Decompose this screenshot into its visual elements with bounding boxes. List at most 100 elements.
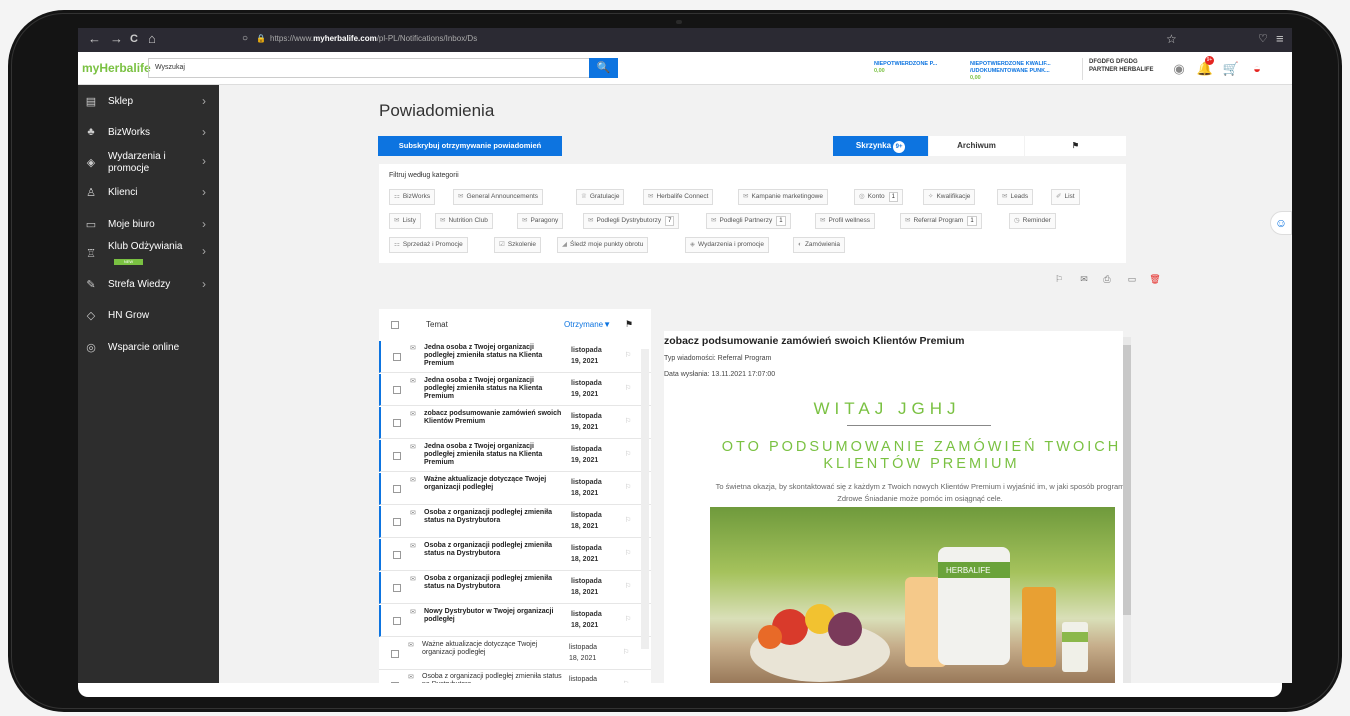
table-row[interactable]: ✉ Jedna osoba z Twojej organizacji podleg… bbox=[379, 374, 651, 406]
filter-chip[interactable]: ◷ Reminder bbox=[1009, 213, 1056, 229]
chevron-right-icon: › bbox=[202, 244, 206, 258]
filter-chip[interactable]: ✉ Leads bbox=[997, 189, 1034, 205]
table-row[interactable]: ✉ Jedna osoba z Twojej organizacji podleg… bbox=[379, 341, 651, 373]
tab-flagged[interactable]: ⚑ bbox=[1025, 136, 1126, 156]
filter-chip[interactable]: ✉ General Announcements bbox=[453, 189, 544, 205]
filter-chip[interactable]: ◐ Zamówienia bbox=[793, 237, 845, 253]
filter-chip[interactable]: ✧ Kwalifikacje bbox=[923, 189, 976, 205]
filter-chip[interactable]: ✉ Podlegli Partnerzy 1 bbox=[706, 213, 791, 229]
select-all-checkbox[interactable] bbox=[391, 321, 399, 329]
row-checkbox[interactable] bbox=[393, 485, 401, 493]
row-flag-icon[interactable]: ⚐ bbox=[625, 417, 631, 425]
filter-chip[interactable]: ☑ Szkolenie bbox=[494, 237, 542, 253]
tab-inbox[interactable]: Skrzynka 9+ bbox=[833, 136, 928, 156]
home-icon[interactable]: ⌂ bbox=[148, 32, 156, 46]
filter-chip[interactable]: ♕ Gratulacje bbox=[576, 189, 625, 205]
bookmark-icon[interactable]: ☆ bbox=[1166, 32, 1177, 46]
category-icon: ☑ bbox=[499, 241, 505, 248]
language-flag-icon[interactable]: ◒ bbox=[1248, 60, 1266, 78]
row-flag-icon[interactable]: ⚐ bbox=[625, 549, 631, 557]
search-input[interactable]: Wyszukaj bbox=[148, 58, 590, 78]
filter-chip[interactable]: ◎ Konto 1 bbox=[854, 189, 904, 205]
archive-icon[interactable]: ▭ bbox=[1124, 271, 1140, 287]
row-flag-icon[interactable]: ⚐ bbox=[625, 384, 631, 392]
filter-chip[interactable]: ✉ Paragony bbox=[517, 213, 564, 229]
row-flag-icon[interactable]: ⚐ bbox=[625, 582, 631, 590]
subscribe-button[interactable]: Subskrybuj otrzymywanie powiadomień bbox=[378, 136, 562, 156]
table-row[interactable]: ✉ zobacz podsumowanie zamówień swoich Kli… bbox=[379, 407, 651, 439]
row-date: listopada 19, 2021 bbox=[571, 446, 602, 464]
row-flag-icon[interactable]: ⚐ bbox=[625, 483, 631, 491]
table-row[interactable]: ✉ Osoba z organizacji podległej zmieniła … bbox=[379, 572, 651, 604]
forward-icon[interactable]: → bbox=[110, 32, 123, 46]
row-checkbox[interactable] bbox=[393, 584, 401, 592]
filter-chip[interactable]: ✉ Profil wellness bbox=[815, 213, 875, 229]
envelope-icon: ✉ bbox=[410, 609, 416, 616]
table-row[interactable]: ✉ Osoba z organizacji podległej zmieniła … bbox=[379, 506, 651, 538]
pocket-icon[interactable]: ♡ bbox=[1258, 32, 1268, 46]
reload-icon[interactable]: C bbox=[130, 32, 138, 46]
filter-chip[interactable]: ⚏ Sprzedaż i Promocje bbox=[389, 237, 468, 253]
filter-chip[interactable]: ✐ List bbox=[1051, 189, 1080, 205]
row-checkbox[interactable] bbox=[393, 419, 401, 427]
chip-label: List bbox=[1064, 193, 1075, 200]
table-row[interactable]: ✉ Osoba z organizacji podległej zmieniła … bbox=[379, 670, 651, 683]
table-row[interactable]: ✉ Nowy Dystrybutor w Twojej organizacji p… bbox=[379, 605, 651, 637]
print-icon[interactable]: ⎙ bbox=[1099, 271, 1115, 287]
search-button[interactable]: 🔍 bbox=[589, 58, 618, 78]
row-checkbox[interactable] bbox=[393, 386, 401, 394]
filter-chip[interactable]: ✉ Kampanie marketingowe bbox=[738, 189, 828, 205]
logo[interactable]: myHerbalife bbox=[82, 61, 151, 75]
row-flag-icon[interactable]: ⚐ bbox=[625, 450, 631, 458]
list-scrollbar[interactable] bbox=[641, 349, 649, 649]
delete-icon[interactable]: 🗑 bbox=[1147, 271, 1163, 287]
row-flag-icon[interactable]: ⚐ bbox=[625, 351, 631, 359]
table-row[interactable]: ✉ Osoba z organizacji podległej zmieniła … bbox=[379, 539, 651, 571]
side-widget-icon[interactable]: ☺ bbox=[1270, 211, 1292, 235]
address-bar[interactable]: https://www.myherbalife.com/pl-PL/Notifi… bbox=[270, 34, 477, 43]
row-flag-icon[interactable]: ⚐ bbox=[625, 615, 631, 623]
chip-count: 1 bbox=[888, 192, 899, 202]
cart-icon[interactable]: 🛒 bbox=[1222, 60, 1240, 78]
row-checkbox[interactable] bbox=[393, 551, 401, 559]
filter-chip[interactable]: ✉ Podlegli Dystrybutorzy 7 bbox=[583, 213, 680, 229]
chip-label: Zamówienia bbox=[804, 241, 840, 248]
filter-chip[interactable]: ◈ Wydarzenia i promocje bbox=[685, 237, 770, 253]
flag-action-icon[interactable]: ⚐ bbox=[1051, 271, 1067, 287]
subject-column-header[interactable]: Temat bbox=[426, 320, 448, 329]
unconfirmed-qualif-link[interactable]: NIEPOTWIERDZONE KWALIF... /UDOKUMENTOWAN… bbox=[970, 61, 1070, 82]
row-flag-icon[interactable]: ⚐ bbox=[625, 516, 631, 524]
flag-column-icon[interactable]: ⚑ bbox=[625, 319, 633, 330]
tab-archive[interactable]: Archiwum bbox=[929, 136, 1024, 156]
envelope-icon: ✉ bbox=[410, 576, 416, 583]
table-row[interactable]: ✉ Jedna osoba z Twojej organizacji podleg… bbox=[379, 440, 651, 472]
row-checkbox[interactable] bbox=[393, 452, 401, 460]
shield-icon[interactable]: ○ bbox=[242, 32, 248, 46]
mail-action-icon[interactable]: ✉ bbox=[1076, 271, 1092, 287]
filter-chip[interactable]: ◢ Śledź moje punkty obrotu bbox=[557, 237, 649, 253]
filter-chip[interactable]: ⚏ BizWorks bbox=[389, 189, 436, 205]
menu-icon[interactable]: ≡ bbox=[1276, 32, 1284, 46]
avatar-icon[interactable]: ◉ bbox=[1170, 60, 1188, 78]
envelope-icon: ✉ bbox=[410, 477, 416, 484]
row-checkbox[interactable] bbox=[391, 650, 399, 658]
row-flag-icon[interactable]: ⚐ bbox=[623, 648, 629, 656]
url-prefix: https://www. bbox=[270, 34, 314, 43]
category-icon: ✉ bbox=[711, 217, 717, 224]
filter-chip[interactable]: ✉ Listy bbox=[389, 213, 421, 229]
user-info[interactable]: DFGDFG DFGDG PARTNER HERBALIFE bbox=[1082, 58, 1154, 80]
back-icon[interactable]: ← bbox=[88, 32, 101, 46]
row-checkbox[interactable] bbox=[393, 617, 401, 625]
table-row[interactable]: ✉ Ważne aktualizacje dotyczące Twojej org… bbox=[379, 473, 651, 505]
row-checkbox[interactable] bbox=[393, 353, 401, 361]
filter-chip[interactable]: ✉ Nutrition Club bbox=[435, 213, 493, 229]
row-checkbox[interactable] bbox=[393, 518, 401, 526]
product-illustration: HERBALIFE bbox=[750, 547, 1088, 682]
filter-chip[interactable]: ✉ Herbalife Connect bbox=[643, 189, 714, 205]
unconfirmed-link[interactable]: NIEPOTWIERDZONE P... 0,00 bbox=[874, 61, 954, 75]
received-column-header[interactable]: Otrzymane▼ bbox=[564, 320, 611, 329]
category-icon: ✉ bbox=[458, 193, 464, 200]
reading-pane-scroll-thumb[interactable] bbox=[1123, 345, 1131, 615]
filter-chip[interactable]: ✉ Referral Program 1 bbox=[900, 213, 982, 229]
table-row[interactable]: ✉ Ważne aktualizacje dotyczące Twojej org… bbox=[379, 638, 651, 670]
